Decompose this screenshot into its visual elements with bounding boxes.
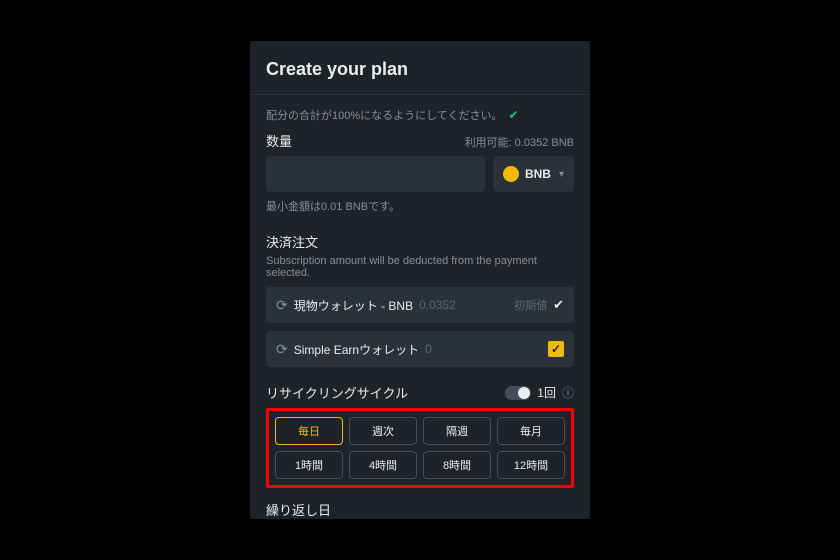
panel-title: Create your plan — [266, 59, 574, 80]
cycle-option-1h[interactable]: 1時間 — [275, 451, 343, 479]
wallet-spot[interactable]: ⟳ 現物ウォレット - BNB 0.0352 初期値 ✔ — [266, 287, 574, 323]
panel-header: Create your plan — [250, 41, 590, 95]
allocation-hint: 配分の合計が100%になるようにしてください。 ✔ — [266, 107, 574, 123]
cycle-title: リサイクリングサイクル — [266, 383, 408, 402]
cycle-once-label: 1回 — [537, 384, 556, 401]
panel-body: 配分の合計が100%になるようにしてください。 ✔ 数量 利用可能: 0.035… — [250, 95, 590, 519]
payment-title: 決済注文 — [266, 232, 574, 251]
wallet-earn-checkbox[interactable]: ✓ — [548, 341, 564, 357]
coin-select[interactable]: BNB ▾ — [493, 156, 574, 192]
repeat-title: 繰り返し日 — [266, 500, 574, 519]
amount-header: 数量 利用可能: 0.0352 BNB — [266, 131, 574, 150]
cycle-option-biweekly[interactable]: 隔週 — [423, 417, 491, 445]
wallet-icon: ⟳ — [276, 341, 288, 358]
amount-input[interactable] — [266, 156, 485, 192]
cycle-option-weekly[interactable]: 週次 — [349, 417, 417, 445]
cycle-once-toggle[interactable] — [505, 386, 531, 400]
amount-min-note: 最小金額は0.01 BNBです。 — [266, 198, 574, 214]
wallet-icon: ⟳ — [276, 297, 288, 314]
amount-available: 利用可能: 0.0352 BNB — [465, 134, 574, 150]
cycle-option-12h[interactable]: 12時間 — [497, 451, 565, 479]
allocation-hint-text: 配分の合計が100%になるようにしてください。 — [266, 107, 502, 123]
wallet-spot-balance: 0.0352 — [419, 298, 456, 312]
amount-row: BNB ▾ — [266, 156, 574, 192]
wallet-earn-name: Simple Earnウォレット — [294, 341, 419, 358]
payment-subtitle: Subscription amount will be deducted fro… — [266, 255, 574, 279]
chevron-down-icon: ▾ — [559, 169, 564, 180]
cycle-option-daily[interactable]: 毎日 — [275, 417, 343, 445]
cycle-highlight: 毎日 週次 隔週 毎月 1時間 4時間 8時間 12時間 — [266, 408, 574, 488]
cycle-row-2: 1時間 4時間 8時間 12時間 — [275, 451, 565, 479]
wallet-default-label: 初期値 — [514, 297, 547, 313]
amount-label: 数量 — [266, 131, 292, 150]
wallet-earn-balance: 0 — [425, 342, 432, 356]
wallet-simple-earn[interactable]: ⟳ Simple Earnウォレット 0 ✓ — [266, 331, 574, 367]
info-icon[interactable]: ⓘ — [562, 384, 574, 401]
create-plan-panel: Create your plan 配分の合計が100%になるようにしてください。… — [250, 41, 590, 519]
cycle-row-1: 毎日 週次 隔週 毎月 — [275, 417, 565, 445]
cycle-option-4h[interactable]: 4時間 — [349, 451, 417, 479]
cycle-option-8h[interactable]: 8時間 — [423, 451, 491, 479]
cycle-header: リサイクリングサイクル 1回 ⓘ — [266, 383, 574, 402]
wallet-spot-check-icon: ✔ — [553, 297, 564, 313]
check-icon: ✔ — [508, 108, 518, 122]
coin-label: BNB — [525, 167, 551, 181]
bnb-icon — [503, 166, 519, 182]
wallet-spot-name: 現物ウォレット - BNB — [294, 297, 413, 314]
cycle-option-monthly[interactable]: 毎月 — [497, 417, 565, 445]
